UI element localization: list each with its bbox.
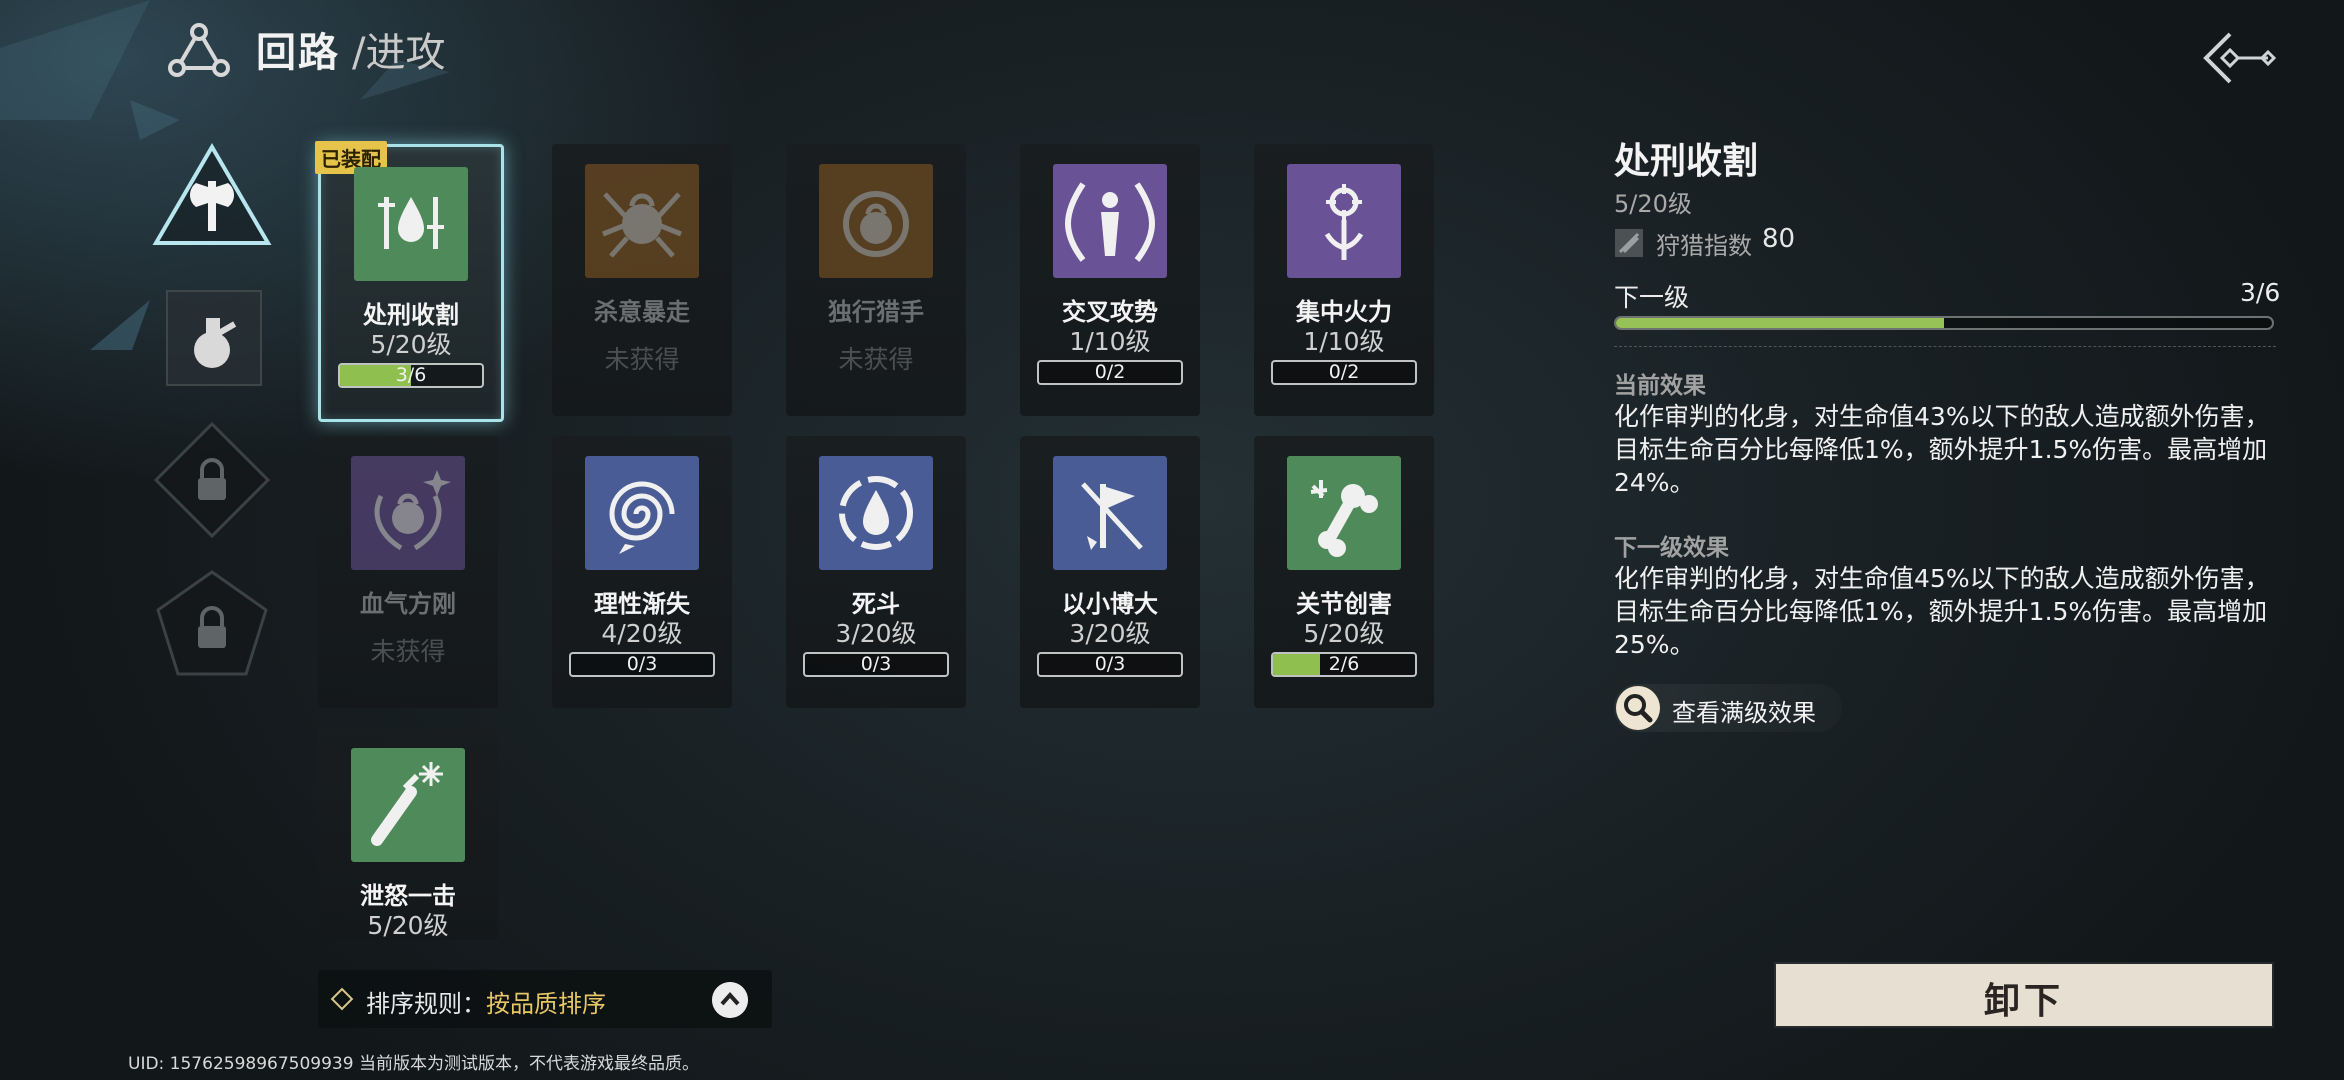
detail-level: 5/20级 <box>1614 190 1692 218</box>
detail-title: 处刑收割 <box>1614 141 1759 182</box>
decor-shard <box>0 0 150 120</box>
lock-icon <box>351 456 465 570</box>
card-progress: 2/6 <box>1271 652 1417 677</box>
bone-icon <box>1287 456 1401 570</box>
skill-card-death-match[interactable]: 死斗 3/20级 0/3 <box>786 436 966 708</box>
card-level: 5/20级 <box>367 911 449 940</box>
card-progress-text: 2/6 <box>1328 653 1360 675</box>
skill-card-lone-hunter[interactable]: 独行猎手 未获得 <box>786 144 966 416</box>
card-name: 杀意暴走 <box>594 298 690 326</box>
card-name: 血气方刚 <box>360 590 456 618</box>
view-max-effect-button[interactable]: 查看满级效果 <box>1614 684 1842 732</box>
card-progress-text: 0/2 <box>1094 361 1126 383</box>
magnifier-icon <box>1616 686 1660 730</box>
skill-card-underdog[interactable]: 以小博大 3/20级 0/3 <box>1020 436 1200 708</box>
card-level: 3/20级 <box>835 619 917 648</box>
card-progress-text: 0/3 <box>626 653 658 675</box>
card-level: 4/20级 <box>601 619 683 648</box>
skill-card-killing-intent[interactable]: 杀意暴走 未获得 <box>552 144 732 416</box>
card-progress: 0/2 <box>1271 360 1417 385</box>
card-level: 3/20级 <box>1069 619 1151 648</box>
skill-card-hot-blooded[interactable]: 血气方刚 未获得 <box>318 436 498 708</box>
sort-rule-bar[interactable]: 排序规则： 按品质排序 <box>318 970 772 1028</box>
chevron-up-icon[interactable] <box>712 982 748 1018</box>
circuit-icon <box>168 23 230 77</box>
rail-item-potion[interactable] <box>166 290 262 386</box>
diamond-icon <box>330 987 354 1011</box>
club-icon <box>351 748 465 862</box>
next-level-progress-text: 3/6 <box>2240 278 2281 307</box>
page-title: 回路 <box>256 30 340 76</box>
card-name: 独行猎手 <box>828 298 924 326</box>
next-level-label: 下一级 <box>1614 283 1690 312</box>
skill-card-execution[interactable]: 已装配 处刑收割 5/20级 3/6 <box>315 141 504 422</box>
card-status: 未获得 <box>604 345 680 374</box>
card-level: 1/10级 <box>1069 327 1151 356</box>
decor-shard <box>90 300 150 350</box>
skill-card-losing-reason[interactable]: 理性渐失 4/20级 0/3 <box>552 436 732 708</box>
card-status: 未获得 <box>838 345 914 374</box>
uid-footer: UID: 15762598967509939 当前版本为测试版本，不代表游戏最终… <box>128 1054 699 1074</box>
execution-icon <box>354 167 468 281</box>
card-progress: 0/3 <box>569 652 715 677</box>
current-effect-heading: 当前效果 <box>1614 373 1706 399</box>
back-button[interactable] <box>2200 28 2280 88</box>
current-effect-text: 化作审判的化身，对生命值43%以下的敌人造成额外伤害，目标生命百分比每降低1%，… <box>1614 402 2270 497</box>
next-level-progress-bar <box>1614 316 2274 330</box>
card-progress: 0/3 <box>1037 652 1183 677</box>
card-status: 未获得 <box>370 637 446 666</box>
card-progress-text: 0/3 <box>860 653 892 675</box>
card-progress: 3/6 <box>338 363 484 388</box>
next-effect-heading: 下一级效果 <box>1614 535 1729 561</box>
skill-card-cross-attack[interactable]: 交叉攻势 1/10级 0/2 <box>1020 144 1200 416</box>
card-progress-text: 0/3 <box>1094 653 1126 675</box>
crosshair-icon <box>1287 164 1401 278</box>
card-progress: 0/3 <box>803 652 949 677</box>
spiral-icon <box>585 456 699 570</box>
card-level: 5/20级 <box>370 330 452 359</box>
card-level: 1/10级 <box>1303 327 1385 356</box>
card-progress-text: 3/6 <box>395 364 427 386</box>
hunt-index-label: 狩猎指数 <box>1656 232 1752 260</box>
skill-card-fury-strike[interactable]: 泄怒一击 5/20级 <box>318 728 498 940</box>
flag-icon <box>1053 456 1167 570</box>
rail-item-locked-2[interactable] <box>154 568 270 678</box>
death-match-icon <box>819 456 933 570</box>
sort-rule-label: 排序规则： <box>366 990 486 1018</box>
page-subtitle: /进攻 <box>352 30 446 76</box>
card-level: 5/20级 <box>1303 619 1385 648</box>
rail-item-axe[interactable] <box>152 143 272 248</box>
next-effect-text: 化作审判的化身，对生命值45%以下的敌人造成额外伤害，目标生命百分比每降低1%，… <box>1614 564 2270 659</box>
spider-lock-icon <box>585 164 699 278</box>
skill-card-joint-wound[interactable]: 关节创害 5/20级 2/6 <box>1254 436 1434 708</box>
decor-shard <box>130 100 180 140</box>
card-progress: 0/2 <box>1037 360 1183 385</box>
rail-item-locked-1[interactable] <box>152 420 272 540</box>
potion-icon <box>194 318 237 368</box>
hunt-index-value: 80 <box>1762 224 1796 254</box>
unequip-button[interactable]: 卸下 <box>1776 964 2272 1026</box>
cross-attack-icon <box>1053 164 1167 278</box>
unequip-label: 卸下 <box>1983 981 2064 1022</box>
hunt-index-icon <box>1615 229 1643 257</box>
divider <box>1614 346 2276 347</box>
skill-card-focus-fire[interactable]: 集中火力 1/10级 0/2 <box>1254 144 1434 416</box>
card-progress-text: 0/2 <box>1328 361 1360 383</box>
sort-rule-value: 按品质排序 <box>486 990 606 1018</box>
view-max-effect-label: 查看满级效果 <box>1672 699 1816 727</box>
lock-icon <box>819 164 933 278</box>
